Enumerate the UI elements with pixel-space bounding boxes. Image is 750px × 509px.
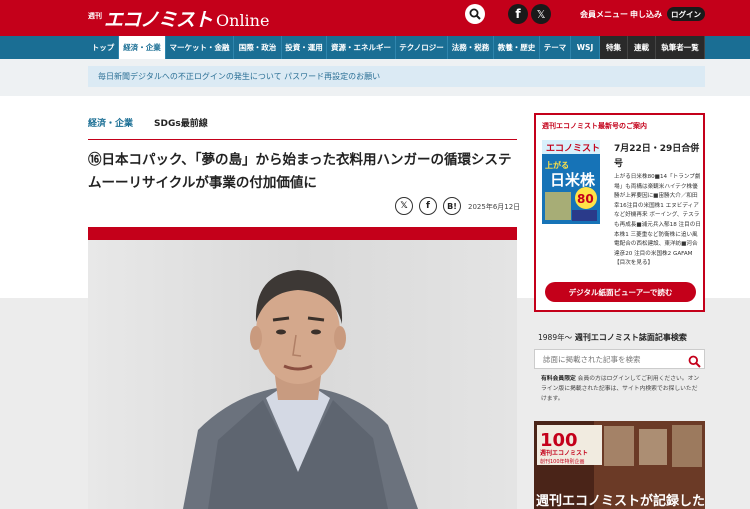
notice-banner[interactable]: 毎日新聞デジタルへの不正ログインの発生について パスワード再設定のお願い [88,66,705,87]
logo-mini: 週刊 [88,12,102,20]
top-header: 週刊 エコノミスト Online f 𝕏 会員メニュー 申し込み ログイン [0,0,750,36]
share-x-icon[interactable]: 𝕏 [395,197,413,215]
issue-description-text: 上がる日米株80■14「トランプ劇場」も両構は楽観米ハイテク株優勝が上昇要因に■… [614,174,701,267]
nav-theme[interactable]: テーマ [540,36,571,59]
nav-feature[interactable]: 特集 [600,36,628,59]
nav-authors[interactable]: 執筆者一覧 [656,36,705,59]
share-hatena-icon[interactable]: B! [443,197,461,215]
article-photo [88,240,517,509]
nav-market[interactable]: マーケット・金融 [166,36,234,59]
facebook-icon[interactable]: f [508,4,528,24]
title-band [88,227,517,240]
nav-international[interactable]: 国際・政治 [234,36,282,59]
nav-legal[interactable]: 法務・税務 [448,36,494,59]
archive-title: 週刊エコノミスト誌面記事検索 [574,333,687,342]
archive-search-input[interactable]: 誌面に掲載された記事を検索 [534,349,705,369]
site-logo[interactable]: 週刊 エコノミスト Online [88,5,269,31]
cover-title: エコノミスト [546,143,600,154]
member-menu-link[interactable]: 会員メニュー [580,9,628,20]
archive-search-note: 有料会員限定 会員の方はログインしてご利用ください。オンライン版に掲載された記事… [541,374,703,404]
archive-search-heading: 1989年～ 週刊エコノミスト誌面記事検索 [538,332,687,343]
banner-badge-number: 100 [540,430,578,451]
archive-note-bold: 有料会員限定 [541,376,576,382]
article-category[interactable]: 経済・企業 [88,116,133,129]
latest-issue-heading: 週刊エコノミスト最新号のご案内 [542,122,647,130]
main-nav: トップ 経済・企業 マーケット・金融 国際・政治 投資・運用 資源・エネルギー … [0,36,750,59]
nav-energy[interactable]: 資源・エネルギー [327,36,396,59]
logo-en: Online [216,11,270,30]
search-icon[interactable] [465,4,485,24]
nav-culture[interactable]: 教養・歴史 [494,36,540,59]
centennial-banner[interactable]: 100 週刊エコノミスト 創刊100年特別企画 週刊エコノミストが記録した [534,421,705,509]
x-icon[interactable]: 𝕏 [531,4,551,24]
nav-wsj[interactable]: WSJ [571,36,600,59]
nav-economy[interactable]: 経済・企業 [119,36,166,59]
digital-viewer-button[interactable]: デジタル紙面ビューアーで読む [545,282,696,302]
search-icon[interactable] [688,353,701,368]
article-date: 2025年6月12日 [468,203,521,211]
banner-headline: 週刊エコノミストが記録した [536,493,705,509]
nav-series[interactable]: 連載 [628,36,656,59]
banner-badge-line2: 創刊100年特別企画 [540,458,585,465]
article-series[interactable]: SDGs最前線 [154,116,208,129]
cover-headline-1: 上がる [545,160,569,170]
logo-jp: エコノミスト [104,9,213,31]
issue-description[interactable]: 上がる日米株80■14「トランプ劇場」も両構は楽観米ハイテク株優勝が上昇要因に■… [542,174,701,269]
login-button[interactable]: ログイン [667,7,705,21]
banner-badge-line1: 週刊エコノミスト [540,449,588,457]
article-title: ⑯日本コパック、「夢の島」から始まった衣料用ハンガーの循環システムーーリサイクル… [88,152,512,191]
subscribe-link[interactable]: 申し込み [630,9,662,20]
share-facebook-icon[interactable]: f [419,197,437,215]
latest-issue-box: 週刊エコノミスト最新号のご案内 エコノミスト 上がる 日米株 80 7月22日・… [534,113,705,312]
nav-investment[interactable]: 投資・運用 [282,36,327,59]
nav-top[interactable]: トップ [88,36,119,59]
divider [88,139,517,140]
nav-technology[interactable]: テクノロジー [396,36,448,59]
notice-area: 毎日新聞デジタルへの不正ログインの発生について パスワード再設定のお願い [0,59,750,96]
archive-year: 1989年～ [538,333,573,342]
issue-date: 7月22日・29日合併号 [614,144,700,169]
